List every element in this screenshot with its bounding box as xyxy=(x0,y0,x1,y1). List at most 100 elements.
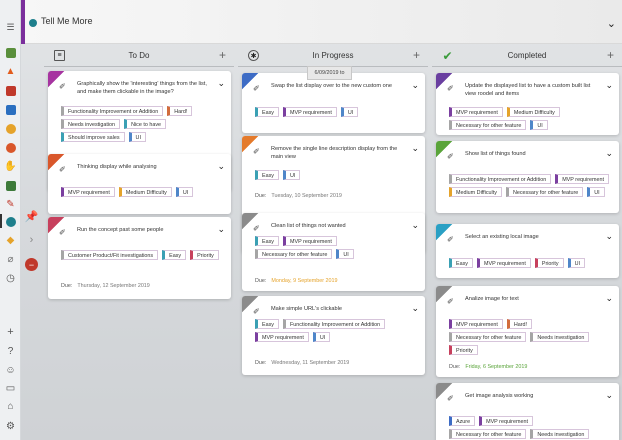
tag-chip[interactable]: MVP requirement xyxy=(449,107,503,117)
add-card-button[interactable]: + xyxy=(607,48,614,62)
tag-chip[interactable]: Azure xyxy=(449,416,476,426)
pencil-icon[interactable]: ✎ xyxy=(4,198,17,211)
edit-icon[interactable]: ✐ xyxy=(253,84,260,93)
tag-chip[interactable]: MVP requirement xyxy=(61,187,115,197)
chevron-down-icon[interactable]: ⌄ xyxy=(411,80,419,91)
pin-icon[interactable]: 📌 xyxy=(25,210,39,223)
tag-chip[interactable]: Easy xyxy=(162,250,187,260)
chevron-right-icon[interactable]: › xyxy=(25,233,38,246)
card[interactable]: ✐ Update the displayed list to have a cu… xyxy=(436,73,619,135)
edit-icon[interactable]: ✐ xyxy=(253,224,260,233)
add-icon[interactable]: + xyxy=(4,326,17,339)
tag-chip[interactable]: MVP requirement xyxy=(282,236,337,246)
tag-chip[interactable]: Easy xyxy=(255,319,279,329)
tag-chip[interactable]: UI xyxy=(587,187,605,197)
chevron-down-icon[interactable]: ⌄ xyxy=(605,390,613,401)
chevron-down-icon[interactable]: ⌄ xyxy=(217,224,225,235)
chevron-down-icon[interactable]: ⌄ xyxy=(217,161,225,172)
tag-chip[interactable]: Easy xyxy=(255,236,279,246)
tag-chip[interactable]: Priority xyxy=(190,250,219,260)
book-icon[interactable] xyxy=(4,103,17,116)
attach-icon[interactable]: ⌀ xyxy=(4,253,17,266)
add-card-button[interactable]: + xyxy=(219,48,226,62)
tag-chip[interactable]: Hard! xyxy=(506,319,533,329)
stop-icon[interactable]: − xyxy=(25,258,38,271)
tag-chip[interactable]: Needs investigation xyxy=(530,429,590,439)
tag-chip[interactable]: Necessary for other feature xyxy=(449,332,527,342)
tag-chip[interactable]: MVP requirement xyxy=(255,332,309,342)
tag-chip[interactable]: Functionality Improvement or Addition xyxy=(449,174,552,184)
edit-icon[interactable]: ✐ xyxy=(253,307,260,316)
settings-icon[interactable]: ⚙ xyxy=(4,420,17,433)
calendar-icon[interactable] xyxy=(4,84,17,97)
chevron-down-icon[interactable]: ⌄ xyxy=(217,78,225,89)
palette-icon[interactable] xyxy=(4,141,17,154)
tag-chip[interactable]: MVP requirement xyxy=(555,174,610,184)
tag-chip[interactable]: MVP requirement xyxy=(449,319,503,329)
tag-chip[interactable]: Medium Difficulty xyxy=(118,187,172,197)
tag-chip[interactable]: UI xyxy=(312,332,331,342)
tag-chip[interactable]: Necessary for other feature xyxy=(255,249,333,259)
help-icon[interactable]: ? xyxy=(4,345,17,358)
card[interactable]: ✐ Make simple URL's clickable ⌄ Easy Func… xyxy=(242,296,425,375)
home-icon[interactable]: ⌂ xyxy=(4,400,17,413)
tag-chip[interactable]: UI xyxy=(340,107,359,117)
tag-chip[interactable]: Easy xyxy=(449,258,473,268)
tag-chip[interactable]: UI xyxy=(567,258,586,268)
chart-icon[interactable] xyxy=(4,46,17,59)
tag-chip[interactable]: Functionality Improvement or Addition xyxy=(282,319,386,329)
chevron-down-icon[interactable]: ⌄ xyxy=(605,148,613,159)
edit-icon[interactable]: ✐ xyxy=(447,297,454,306)
tag-chip[interactable]: UI xyxy=(530,120,548,130)
clock-icon[interactable]: ◷ xyxy=(4,272,17,285)
tag-chip[interactable]: Easy xyxy=(255,107,279,117)
tag-icon[interactable]: ◆ xyxy=(4,234,17,247)
edit-icon[interactable]: ✐ xyxy=(447,84,454,93)
hamburger-icon[interactable]: ☰ xyxy=(4,21,17,34)
tag-chip[interactable]: Priority xyxy=(534,258,564,268)
chevron-down-icon[interactable]: ⌄ xyxy=(411,303,419,314)
tag-chip[interactable]: Customer Product/Fit investigations xyxy=(61,250,159,260)
edit-icon[interactable]: ✐ xyxy=(59,228,66,237)
tag-chip[interactable]: Necessary for other feature xyxy=(449,120,527,130)
tag-chip[interactable]: UI xyxy=(175,187,194,197)
edit-icon[interactable]: ✐ xyxy=(59,82,66,91)
tag-chip[interactable]: MVP requirement xyxy=(479,416,533,426)
tag-chip[interactable]: Hard! xyxy=(167,106,193,116)
tag-chip[interactable]: Priority xyxy=(449,345,478,355)
globe-icon[interactable] xyxy=(4,215,17,228)
chevron-down-icon[interactable]: ⌄ xyxy=(605,293,613,304)
chevron-down-icon[interactable]: ⌄ xyxy=(607,17,616,30)
smile-icon[interactable]: ☺ xyxy=(4,364,17,377)
card[interactable]: ✐ Get image analysis working ⌄ Azure MVP … xyxy=(436,383,619,440)
tag-chip[interactable]: Functionality Improvement or Addition xyxy=(61,106,164,116)
flame-icon[interactable]: ▲ xyxy=(4,65,17,78)
chevron-down-icon[interactable]: ⌄ xyxy=(411,143,419,154)
bar-chart-icon[interactable] xyxy=(4,179,17,192)
tag-chip[interactable]: UI xyxy=(282,170,301,180)
tag-chip[interactable]: Easy xyxy=(255,170,279,180)
tag-chip[interactable]: UI xyxy=(128,132,146,142)
hand-icon[interactable]: ✋ xyxy=(4,160,17,173)
edit-icon[interactable]: ✐ xyxy=(447,394,454,403)
card[interactable]: ✐ Show list of things found ⌄ Functional… xyxy=(436,141,619,213)
tag-chip[interactable]: Medium Difficulty xyxy=(506,107,560,117)
tag-chip[interactable]: Necessary for other feature xyxy=(449,429,527,439)
tag-chip[interactable]: MVP requirement xyxy=(476,258,531,268)
edit-icon[interactable]: ✐ xyxy=(447,152,454,161)
card[interactable]: ✐ Clean list of things not wanted ⌄ Easy… xyxy=(242,213,425,291)
add-card-button[interactable]: + xyxy=(413,48,420,62)
tag-chip[interactable]: MVP requirement xyxy=(282,107,337,117)
chevron-down-icon[interactable]: ⌄ xyxy=(605,80,613,91)
card[interactable]: ✐ Run the concept past some people ⌄ Cus… xyxy=(48,217,231,299)
edit-icon[interactable]: ✐ xyxy=(253,147,260,156)
card[interactable]: ✐ Analize image for text ⌄ MVP requireme… xyxy=(436,286,619,377)
pie-icon[interactable] xyxy=(4,122,17,135)
edit-icon[interactable]: ✐ xyxy=(59,165,66,174)
tag-chip[interactable]: UI xyxy=(336,249,354,259)
card[interactable]: ✐ Select an existing local image ⌄ Easy M… xyxy=(436,224,619,278)
tag-chip[interactable]: Needs investigation xyxy=(530,332,590,342)
tag-chip[interactable]: Should improve sales xyxy=(61,132,125,142)
chevron-down-icon[interactable]: ⌄ xyxy=(605,231,613,242)
tag-chip[interactable]: Necessary for other feature xyxy=(505,187,584,197)
